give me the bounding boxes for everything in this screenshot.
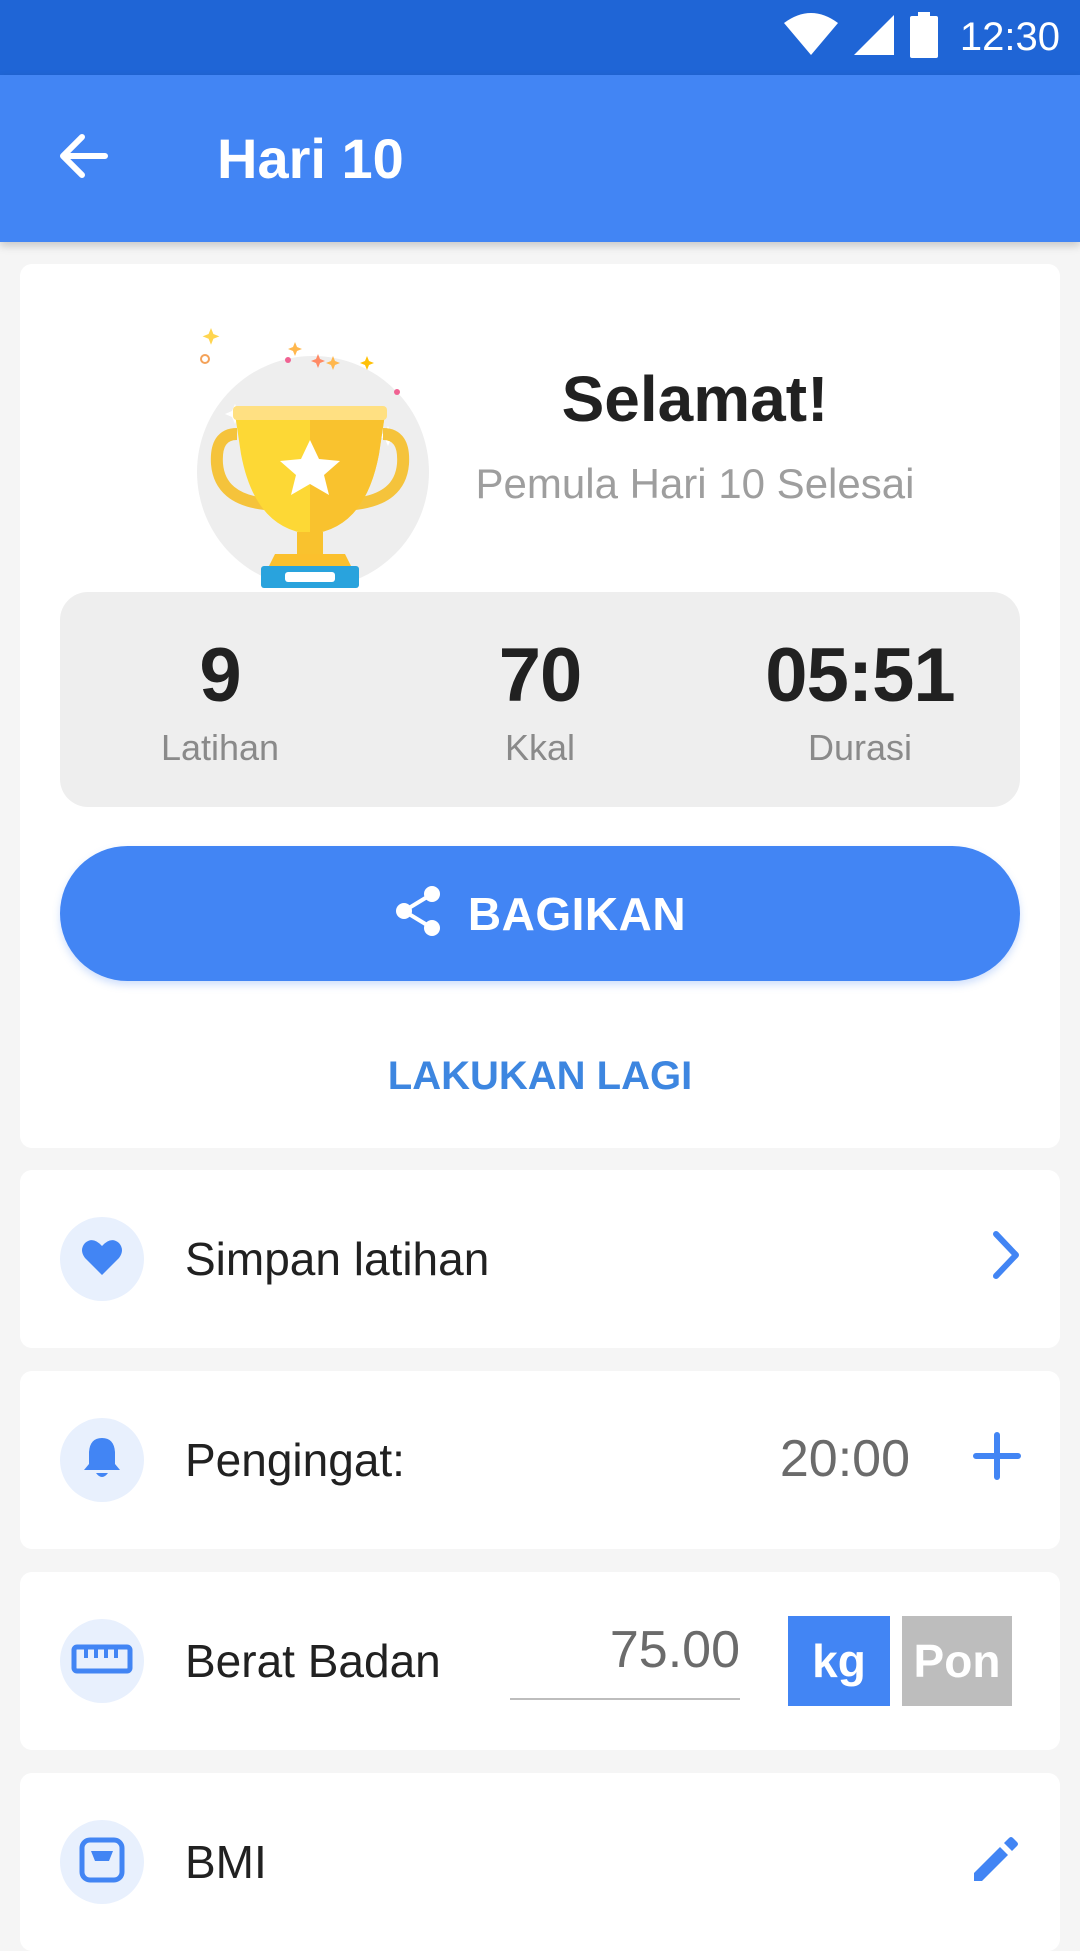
ruler-icon — [71, 1642, 133, 1681]
share-button[interactable]: BAGIKAN — [60, 846, 1020, 981]
reminder-icon-bg — [60, 1418, 144, 1502]
bell-icon — [82, 1436, 122, 1485]
bmi-icon-bg — [60, 1820, 144, 1904]
save-icon-bg — [60, 1217, 144, 1301]
weight-row: Berat Badan 75.00 kg Pon — [20, 1572, 1060, 1750]
trophy-illustration — [175, 304, 445, 588]
add-reminder-button[interactable] — [972, 1431, 1022, 1486]
edit-bmi-button[interactable] — [968, 1833, 1022, 1892]
stat-duration: 05:51 Durasi — [700, 592, 1020, 807]
stat-calories: 70 Kkal — [380, 592, 700, 807]
reminder-label: Pengingat: — [185, 1434, 405, 1486]
stat-label: Latihan — [160, 727, 280, 768]
stat-value: 70 — [498, 633, 583, 718]
arrow-back-icon — [58, 133, 108, 184]
reminder-time[interactable]: 20:00 — [780, 1429, 910, 1489]
wifi-icon — [783, 13, 838, 62]
stat-value: 9 — [199, 633, 241, 718]
weight-icon-bg — [60, 1619, 144, 1703]
battery-icon — [909, 12, 938, 63]
stat-exercises: 9 Latihan — [60, 592, 380, 807]
save-workout-row[interactable]: Simpan latihan — [20, 1170, 1060, 1348]
heart-icon — [81, 1238, 123, 1281]
congrats-title: Selamat! — [561, 363, 829, 435]
share-button-label: BAGIKAN — [467, 887, 687, 940]
weight-input[interactable]: 75.00 — [510, 1610, 740, 1700]
stat-label: Durasi — [807, 727, 913, 768]
congrats-subtitle: Pemula Hari 10 Selesai — [475, 460, 915, 507]
clock-time: 12:30 — [959, 15, 1060, 59]
scale-icon — [79, 1837, 125, 1888]
chevron-right-icon — [990, 1230, 1022, 1285]
weight-label: Berat Badan — [185, 1635, 441, 1687]
trophy-icon — [200, 328, 410, 588]
back-button[interactable] — [52, 127, 114, 189]
page-title: Hari 10 — [217, 127, 404, 190]
plus-icon — [973, 1432, 1021, 1480]
unit-kg-toggle[interactable]: kg — [788, 1616, 890, 1706]
do-again-link[interactable]: LAKUKAN LAGI — [20, 1054, 1060, 1099]
pencil-icon — [974, 1837, 1018, 1881]
unit-lb-toggle[interactable]: Pon — [902, 1616, 1012, 1706]
stat-value: 05:51 — [765, 633, 955, 718]
stats-panel: 9 Latihan 70 Kkal 05:51 Durasi — [60, 592, 1020, 807]
status-bar: 12:30 — [0, 0, 1080, 75]
workout-summary-card: Selamat! Pemula Hari 10 Selesai 9 Latiha… — [20, 264, 1060, 1148]
share-icon — [394, 885, 442, 942]
bmi-row: BMI — [20, 1773, 1060, 1951]
save-workout-label: Simpan latihan — [185, 1233, 490, 1285]
signal-icon — [852, 13, 896, 62]
bmi-label: BMI — [185, 1836, 267, 1888]
app-bar: Hari 10 — [0, 75, 1080, 242]
stat-label: Kkal — [504, 727, 576, 768]
reminder-row: Pengingat: 20:00 — [20, 1371, 1060, 1549]
